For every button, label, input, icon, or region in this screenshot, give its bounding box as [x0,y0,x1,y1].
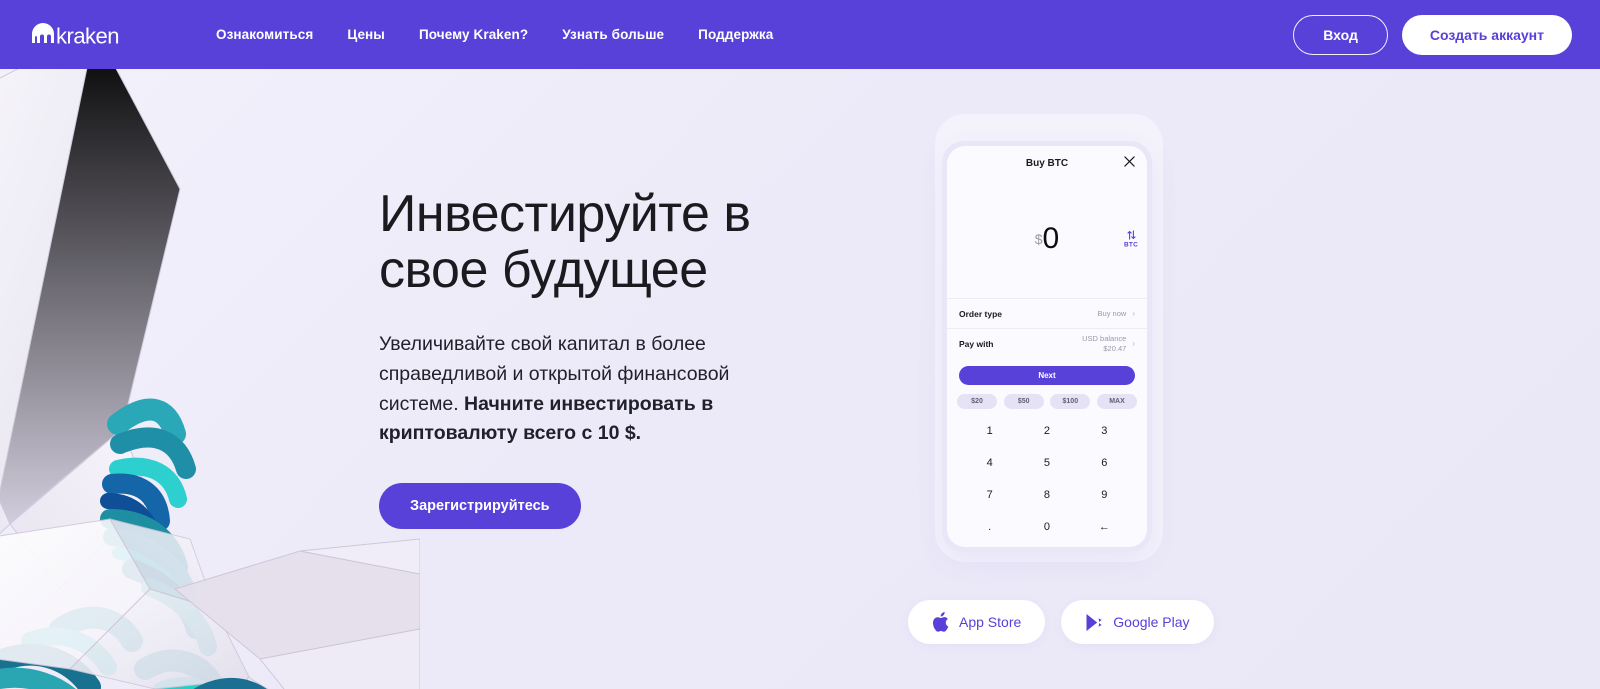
nav-item-learn-more[interactable]: Узнать больше [562,27,664,42]
nav-item-explore[interactable]: Ознакомиться [216,27,313,42]
key-6[interactable]: 6 [1076,447,1133,479]
pay-with-source: USD balance [1082,334,1127,344]
key-9[interactable]: 9 [1076,479,1133,511]
app-store-button[interactable]: App Store [908,600,1046,644]
landing-page: kraken Ознакомиться Цены Почему Kraken? … [0,0,1600,689]
key-4[interactable]: 4 [961,447,1018,479]
key-backspace[interactable]: ← [1076,511,1133,543]
nav-item-support[interactable]: Поддержка [698,27,773,42]
nav-item-pricing[interactable]: Цены [347,27,385,42]
swap-currency-label: BTC [1124,241,1138,249]
close-icon[interactable] [1124,156,1135,167]
app-store-buttons: App Store Google Play [908,600,1214,644]
pay-with-balance: $20.47 [1103,343,1127,353]
pay-with-row[interactable]: Pay with USD balance $20.47 › [947,328,1147,358]
key-8[interactable]: 8 [1018,479,1075,511]
hero-section: Инвестируйте в свое будущее Увеличивайте… [379,186,799,529]
kraken-logo-icon: kraken [32,22,120,48]
key-decimal[interactable]: . [961,511,1018,543]
quick-amount-chips: $20 $50 $100 MAX [947,385,1147,415]
kraken-logo[interactable]: kraken [30,15,160,55]
chevron-right-icon: › [1132,309,1135,318]
hero-illustration [0,69,420,689]
next-button[interactable]: Next [959,366,1135,385]
signup-button[interactable]: Создать аккаунт [1401,14,1572,55]
chip-amount-50[interactable]: $50 [1003,394,1044,409]
nav-item-why-kraken[interactable]: Почему Kraken? [419,27,528,42]
svg-text:kraken: kraken [56,23,119,48]
numeric-keypad: 1 2 3 4 5 6 7 8 9 . 0 ← [947,415,1147,547]
order-type-value: Buy now [1097,308,1127,318]
pay-with-label: Pay with [959,338,994,349]
hero-paragraph: Увеличивайте свой капитал в более справе… [379,330,779,449]
buy-sheet-titlebar: Buy BTC [947,146,1147,180]
phone-mockup: Buy BTC $ 0 BTC Order type Buy now › Pay… [942,141,1152,552]
primary-nav: Ознакомиться Цены Почему Kraken? Узнать … [216,27,773,42]
order-type-label: Order type [959,308,1002,319]
key-2[interactable]: 2 [1018,415,1075,447]
site-header: kraken Ознакомиться Цены Почему Kraken? … [0,0,1600,69]
google-play-label: Google Play [1113,614,1190,630]
key-7[interactable]: 7 [961,479,1018,511]
amount-currency-symbol: $ [1034,231,1043,247]
apple-icon [933,612,949,632]
app-store-label: App Store [959,614,1022,630]
hero-heading: Инвестируйте в свое будущее [379,185,751,300]
amount-display: $ 0 [1035,224,1059,254]
order-type-row[interactable]: Order type Buy now › [947,298,1147,328]
header-actions: Вход Создать аккаунт [1293,14,1572,55]
amount-value: 0 [1042,222,1060,255]
key-1[interactable]: 1 [961,415,1018,447]
chip-amount-max[interactable]: MAX [1096,394,1137,409]
amount-display-area: $ 0 BTC [947,180,1147,298]
key-0[interactable]: 0 [1018,511,1075,543]
phone-screen: Buy BTC $ 0 BTC Order type Buy now › Pay… [947,146,1147,547]
key-3[interactable]: 3 [1076,415,1133,447]
google-play-icon [1086,613,1102,631]
chip-amount-20[interactable]: $20 [957,394,997,409]
google-play-button[interactable]: Google Play [1061,600,1214,644]
register-button[interactable]: Зарегистрируйтесь [379,482,581,529]
swap-arrows-icon [1126,230,1136,240]
pay-with-value: USD balance $20.47 [1082,334,1126,353]
chevron-right-icon-2: › [1132,339,1135,348]
currency-swap-toggle[interactable]: BTC [1124,230,1138,249]
key-5[interactable]: 5 [1018,447,1075,479]
login-button[interactable]: Вход [1293,14,1388,55]
buy-sheet-title: Buy BTC [1025,157,1069,169]
chip-amount-100[interactable]: $100 [1050,394,1091,409]
